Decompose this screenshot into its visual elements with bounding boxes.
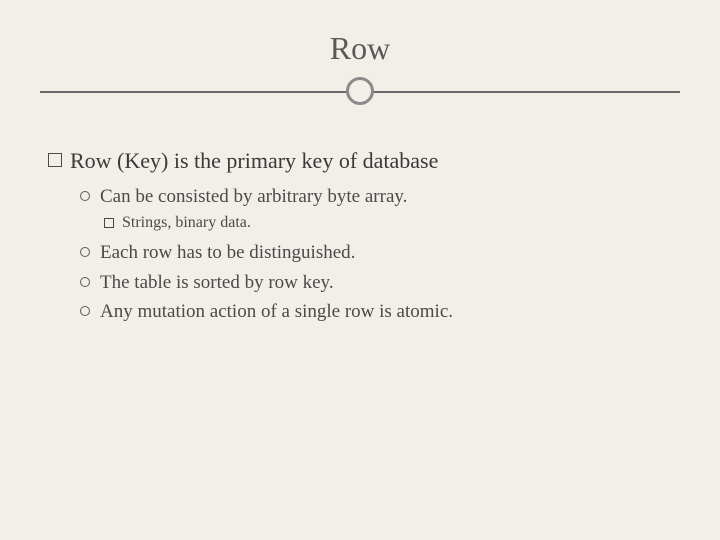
circle-bullet-icon bbox=[80, 306, 90, 316]
bullet-level2: Any mutation action of a single row is a… bbox=[80, 299, 680, 325]
bullet-level2: Each row has to be distinguished. bbox=[80, 240, 680, 266]
sub-list: Can be consisted by arbitrary byte array… bbox=[80, 184, 680, 325]
sub-point-text: Any mutation action of a single row is a… bbox=[100, 299, 453, 325]
bullet-level2: Can be consisted by arbitrary byte array… bbox=[80, 184, 680, 210]
square-bullet-icon bbox=[48, 153, 62, 167]
content-area: Row (Key) is the primary key of database… bbox=[40, 147, 680, 325]
bullet-level3: Strings, binary data. bbox=[104, 213, 680, 234]
sub-sub-list: Strings, binary data. bbox=[104, 213, 680, 234]
circle-bullet-icon bbox=[80, 247, 90, 257]
title-divider bbox=[40, 77, 680, 107]
main-point-text: Row (Key) is the primary key of database bbox=[70, 147, 438, 176]
bullet-level2: The table is sorted by row key. bbox=[80, 270, 680, 296]
circle-bullet-icon bbox=[80, 277, 90, 287]
small-square-bullet-icon bbox=[104, 218, 114, 228]
slide: Row Row (Key) is the primary key of data… bbox=[0, 0, 720, 540]
slide-title: Row bbox=[40, 30, 680, 67]
bullet-level1: Row (Key) is the primary key of database bbox=[48, 147, 680, 176]
divider-circle-icon bbox=[346, 77, 374, 105]
sub-point-text: The table is sorted by row key. bbox=[100, 270, 334, 296]
sub-point-text: Can be consisted by arbitrary byte array… bbox=[100, 184, 407, 210]
sub-point-text: Each row has to be distinguished. bbox=[100, 240, 355, 266]
title-area: Row bbox=[40, 30, 680, 107]
circle-bullet-icon bbox=[80, 191, 90, 201]
sub-sub-point-text: Strings, binary data. bbox=[122, 213, 251, 234]
